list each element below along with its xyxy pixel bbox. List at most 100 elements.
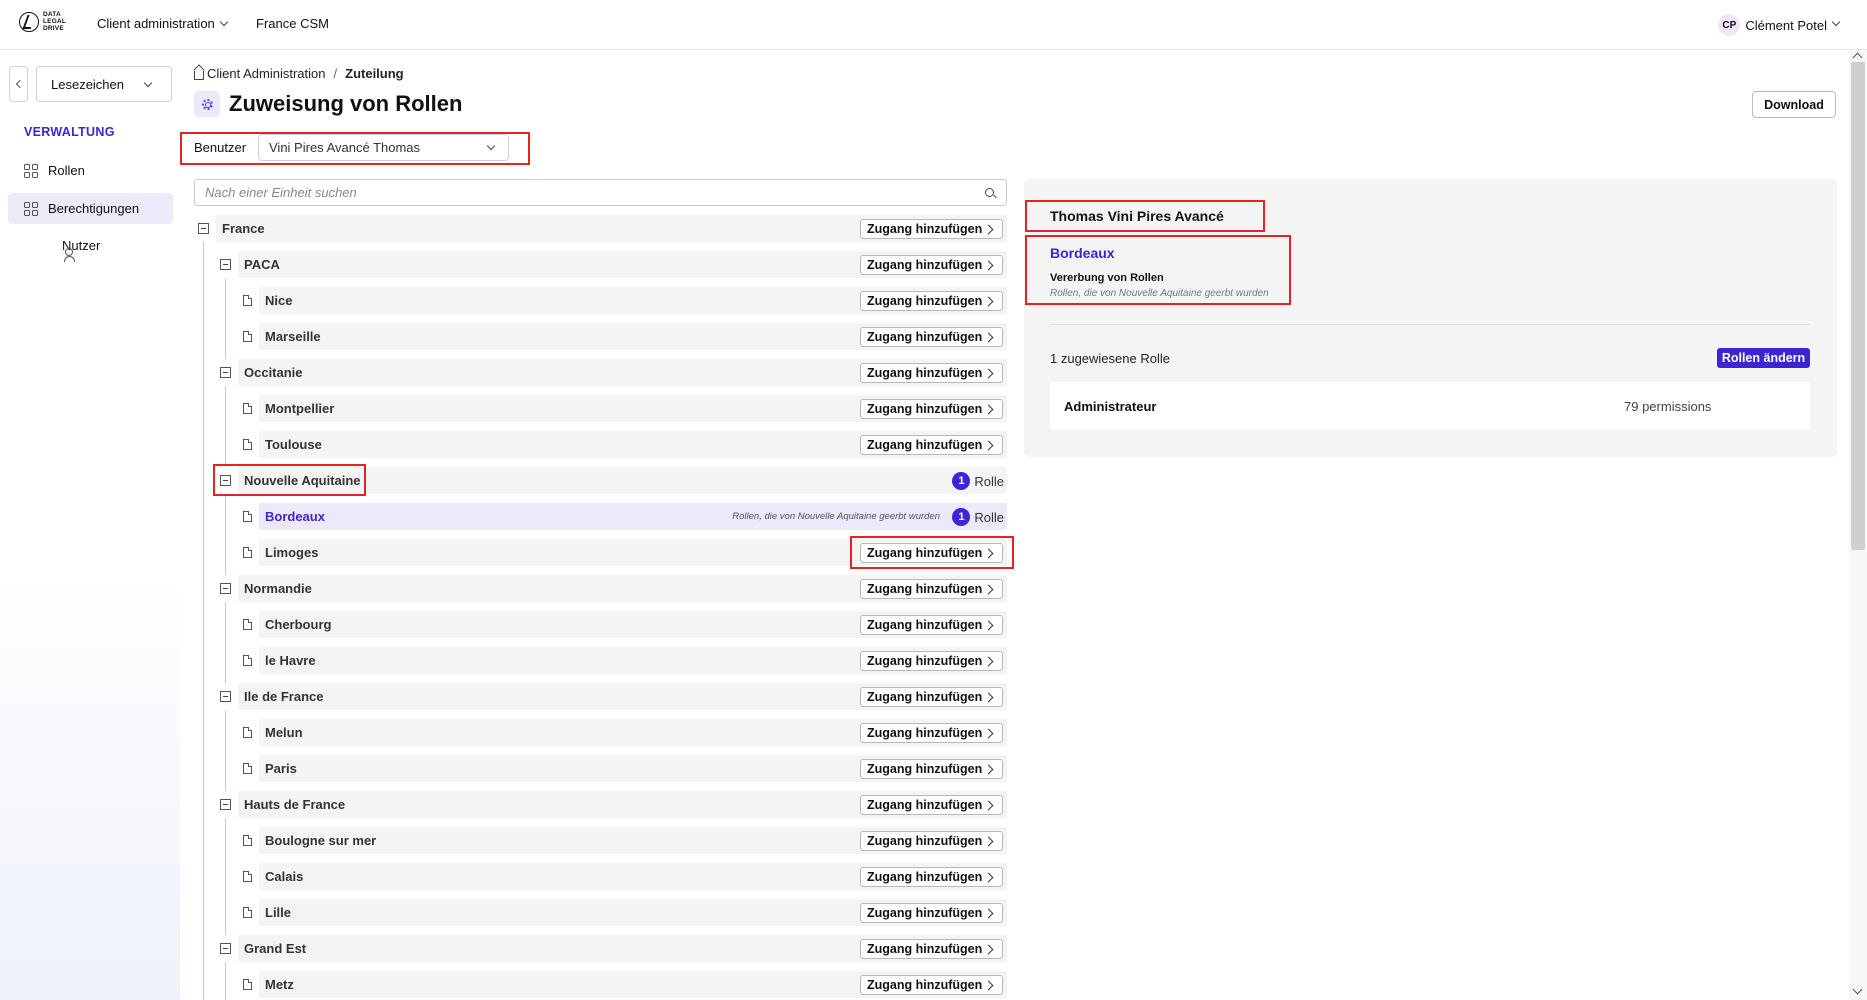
role-count[interactable]: 1 Rolle [952, 472, 1004, 490]
tree-row-label: Calais [265, 869, 304, 884]
nav-client-administration[interactable]: Client administration [97, 16, 229, 31]
tree-row-label: Hauts de France [244, 797, 346, 812]
add-access-button[interactable]: Zugang hinzufügen [860, 615, 1003, 635]
sidebar-item-label: Rollen [48, 163, 85, 178]
tree-row-label: Limoges [265, 545, 319, 560]
tree-row[interactable]: Marseille Zugang hinzufügen [259, 323, 1007, 350]
add-access-button[interactable]: Zugang hinzufügen [860, 651, 1003, 671]
scrollbar-thumb[interactable] [1851, 62, 1865, 550]
divider [1050, 324, 1810, 325]
tree-row[interactable]: Cherbourg Zugang hinzufügen [259, 611, 1007, 638]
document-icon [243, 439, 252, 450]
add-access-button[interactable]: Zugang hinzufügen [860, 579, 1003, 599]
tree-row[interactable]: Nice Zugang hinzufügen [259, 287, 1007, 314]
add-access-button[interactable]: Zugang hinzufügen [860, 939, 1003, 959]
tree-row[interactable]: Metz Zugang hinzufügen [259, 971, 1007, 998]
document-icon [243, 907, 252, 918]
add-access-button[interactable]: Zugang hinzufügen [860, 399, 1003, 419]
document-icon [243, 619, 252, 630]
collapse-toggle-icon[interactable] [220, 259, 231, 270]
tree-row[interactable]: PACA Zugang hinzufügen [238, 251, 1007, 278]
sidebar-item-nutzer[interactable]: Nutzer [8, 230, 173, 262]
tree-row[interactable]: Normandie Zugang hinzufügen [238, 575, 1007, 602]
add-access-button[interactable]: Zugang hinzufügen [860, 255, 1003, 275]
add-access-button[interactable]: Zugang hinzufügen [860, 759, 1003, 779]
tree-row[interactable]: Hauts de France Zugang hinzufügen [238, 791, 1007, 818]
download-button[interactable]: Download [1752, 91, 1836, 118]
chevron-down-icon [1831, 17, 1841, 27]
tree-row-label: Grand Est [244, 941, 307, 956]
add-access-button[interactable]: Zugang hinzufügen [860, 219, 1003, 239]
tree-row[interactable]: Lille Zugang hinzufügen [259, 899, 1007, 926]
collapse-toggle-icon[interactable] [220, 799, 231, 810]
tree-guide-line [225, 494, 226, 575]
collapse-toggle-icon[interactable] [220, 943, 231, 954]
tree-row[interactable]: Occitanie Zugang hinzufügen [238, 359, 1007, 386]
tree-row[interactable]: Paris Zugang hinzufügen [259, 755, 1007, 782]
sidebar-item-rollen[interactable]: Rollen [8, 155, 173, 186]
chevron-left-icon [15, 79, 25, 89]
user-menu[interactable]: CP Clément Potel [1718, 14, 1841, 36]
document-icon [243, 871, 252, 882]
tree-row[interactable]: France Zugang hinzufügen [216, 215, 1007, 242]
tree-row[interactable]: Ile de France Zugang hinzufügen [238, 683, 1007, 710]
user-select[interactable]: Vini Pires Avancé Thomas [258, 134, 509, 161]
change-roles-button[interactable]: Rollen ändern [1717, 348, 1810, 368]
sidebar-collapse-button[interactable] [9, 66, 28, 102]
breadcrumb-current: Zuteilung [345, 66, 404, 81]
panel-unit-name[interactable]: Bordeaux [1050, 245, 1115, 261]
add-access-button[interactable]: Zugang hinzufügen [860, 327, 1003, 347]
tree-row[interactable]: Bordeaux Rollen, die von Nouvelle Aquitai… [259, 503, 1007, 530]
highlight-box [213, 464, 366, 496]
add-access-button[interactable]: Zugang hinzufügen [860, 687, 1003, 707]
tree-row-label: Montpellier [265, 401, 335, 416]
role-permissions: 79 permissions [1624, 399, 1712, 414]
document-icon [243, 295, 252, 306]
tree-row-label: Boulogne sur mer [265, 833, 377, 848]
role-count[interactable]: 1 Rolle [952, 508, 1004, 526]
tree-row[interactable]: Calais Zugang hinzufügen [259, 863, 1007, 890]
tree-row-label: Paris [265, 761, 297, 776]
breadcrumb: Client Administration / Zuteilung [194, 66, 404, 81]
panel-inherit-note: Rollen, die von Nouvelle Aquitaine geerb… [1050, 288, 1269, 299]
nav-france-csm[interactable]: France CSM [256, 16, 329, 31]
breadcrumb-home[interactable]: Client Administration [207, 66, 326, 81]
page-title: Zuweisung von Rollen [229, 91, 463, 116]
search-placeholder: Nach einer Einheit suchen [205, 185, 357, 200]
collapse-toggle-icon[interactable] [198, 223, 209, 234]
breadcrumb-separator: / [333, 66, 338, 81]
collapse-toggle-icon[interactable] [220, 367, 231, 378]
collapse-toggle-icon[interactable] [220, 691, 231, 702]
tree-row-label: Toulouse [265, 437, 322, 452]
add-access-button[interactable]: Zugang hinzufügen [860, 723, 1003, 743]
role-count-badge: 1 [952, 508, 971, 526]
add-access-button[interactable]: Zugang hinzufügen [860, 363, 1003, 383]
tree-row[interactable]: Melun Zugang hinzufügen [259, 719, 1007, 746]
tree-row[interactable]: Grand Est Zugang hinzufügen [238, 935, 1007, 962]
role-label: Rolle [974, 473, 1004, 489]
logo[interactable]: DATA LEGAL DRIVE [19, 11, 66, 32]
tree-row[interactable]: Toulouse Zugang hinzufügen [259, 431, 1007, 458]
add-access-button[interactable]: Zugang hinzufügen [860, 903, 1003, 923]
tree-row[interactable]: Montpellier Zugang hinzufügen [259, 395, 1007, 422]
sidebar-item-berechtigungen[interactable]: Berechtigungen [8, 193, 173, 224]
avatar: CP [1718, 14, 1741, 36]
collapse-toggle-icon[interactable] [220, 583, 231, 594]
add-access-button[interactable]: Zugang hinzufügen [860, 435, 1003, 455]
add-access-button[interactable]: Zugang hinzufügen [860, 291, 1003, 311]
add-access-button[interactable]: Zugang hinzufügen [860, 867, 1003, 887]
add-access-button[interactable]: Zugang hinzufügen [860, 975, 1003, 995]
bookmark-select[interactable]: Lesezeichen [36, 66, 172, 102]
highlight-box [850, 536, 1014, 569]
tree-row-label: Bordeaux [265, 509, 325, 524]
add-access-button[interactable]: Zugang hinzufügen [860, 831, 1003, 851]
tree-row[interactable]: Boulogne sur mer Zugang hinzufügen [259, 827, 1007, 854]
unit-search-input[interactable]: Nach einer Einheit suchen [194, 179, 1007, 206]
tree-row-label: Metz [265, 977, 294, 992]
document-icon [243, 979, 252, 990]
role-name: Administrateur [1064, 399, 1157, 414]
add-access-button[interactable]: Zugang hinzufügen [860, 795, 1003, 815]
grid-icon [24, 164, 38, 178]
tree-row[interactable]: le Havre Zugang hinzufügen [259, 647, 1007, 674]
tree-row-label: Normandie [244, 581, 312, 596]
